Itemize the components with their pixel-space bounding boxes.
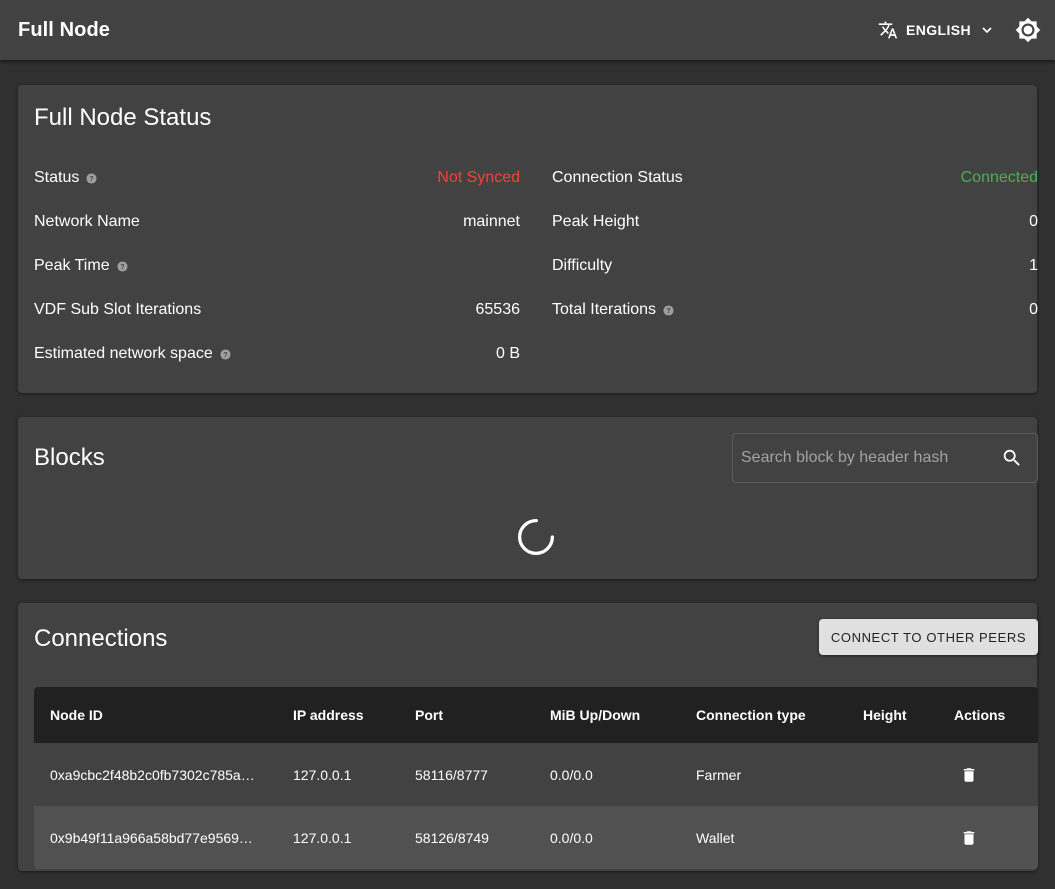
blocks-card-title: Blocks bbox=[34, 444, 105, 471]
network-space-label: Estimated network space bbox=[34, 345, 213, 362]
port-cell: 58126/8749 bbox=[415, 829, 489, 846]
network-name-value: mainnet bbox=[463, 213, 520, 230]
connection-status-label: Connection Status bbox=[552, 169, 683, 186]
network-space-value: 0 B bbox=[495, 345, 520, 362]
column-header-node-id[interactable]: Node ID bbox=[50, 687, 103, 743]
ip-address-cell: 127.0.0.1 bbox=[293, 829, 352, 846]
connections-card-title: Connections bbox=[34, 625, 168, 652]
difficulty-value: 1 bbox=[1029, 257, 1038, 274]
vdf-iterations-value: 65536 bbox=[475, 301, 521, 318]
table-header: Node ID IP address Port MiB Up/Down Conn… bbox=[34, 687, 1038, 743]
block-search bbox=[732, 433, 1038, 483]
loading-spinner-icon bbox=[516, 517, 554, 555]
svg-text:?: ? bbox=[223, 351, 227, 358]
peak-height-label: Peak Height bbox=[552, 213, 640, 230]
connection-type-cell: Farmer bbox=[696, 766, 742, 783]
up-down-cell: 0.0/0.0 bbox=[550, 829, 593, 846]
delete-connection-button[interactable] bbox=[960, 743, 978, 806]
app-bar: Full Node ENGLISH bbox=[0, 0, 1055, 60]
network-name-label: Network Name bbox=[34, 213, 140, 230]
column-header-port[interactable]: Port bbox=[415, 687, 443, 743]
difficulty-row: Difficulty 1 bbox=[552, 252, 1038, 280]
connections-table: Node ID IP address Port MiB Up/Down Conn… bbox=[34, 687, 1038, 869]
total-iterations-label: Total Iterations bbox=[552, 301, 657, 318]
help-icon[interactable]: ? bbox=[117, 260, 128, 272]
connection-status-value: Connected bbox=[960, 169, 1038, 186]
trash-icon bbox=[960, 828, 978, 848]
column-header-connection-type[interactable]: Connection type bbox=[696, 687, 806, 743]
help-icon[interactable]: ? bbox=[220, 348, 231, 360]
peak-height-value: 0 bbox=[1029, 213, 1038, 230]
language-label: ENGLISH bbox=[905, 22, 971, 38]
help-icon[interactable]: ? bbox=[86, 172, 97, 184]
peak-time-label: Peak Time bbox=[34, 257, 110, 274]
language-selector[interactable]: ENGLISH bbox=[878, 20, 995, 40]
node-id-cell: 0x9b49f11a966a58bd77e9569… bbox=[50, 829, 253, 846]
connect-to-peers-button[interactable]: CONNECT TO OTHER PEERS bbox=[819, 619, 1038, 655]
status-row: Status? Not Synced bbox=[34, 164, 520, 192]
up-down-cell: 0.0/0.0 bbox=[550, 766, 593, 783]
ip-address-cell: 127.0.0.1 bbox=[293, 766, 352, 783]
svg-text:?: ? bbox=[90, 175, 94, 182]
table-row: 0xa9cbc2f48b2c0fb7302c785a… 127.0.0.1 58… bbox=[34, 743, 1038, 806]
full-node-status-card: Full Node Status Status? Not Synced Netw… bbox=[18, 85, 1038, 393]
total-iterations-row: Total Iterations? 0 bbox=[552, 296, 1038, 324]
column-header-mib-up-down[interactable]: MiB Up/Down bbox=[550, 687, 640, 743]
connections-card: Connections CONNECT TO OTHER PEERS Node … bbox=[18, 603, 1038, 871]
svg-text:?: ? bbox=[120, 263, 124, 270]
brightness-icon[interactable] bbox=[1015, 17, 1041, 43]
help-icon[interactable]: ? bbox=[663, 304, 674, 316]
network-name-row: Network Name mainnet bbox=[34, 208, 520, 236]
blocks-card: Blocks bbox=[18, 417, 1038, 579]
connection-status-row: Connection Status Connected bbox=[552, 164, 1038, 192]
chevron-down-icon bbox=[979, 22, 995, 38]
appbar-actions: ENGLISH bbox=[878, 17, 1041, 43]
vdf-iterations-label: VDF Sub Slot Iterations bbox=[34, 301, 202, 318]
column-header-actions: Actions bbox=[954, 707, 1006, 723]
block-search-input[interactable] bbox=[741, 449, 991, 467]
translate-icon bbox=[878, 20, 898, 40]
trash-icon bbox=[960, 765, 978, 785]
difficulty-label: Difficulty bbox=[552, 257, 613, 274]
table-row: 0x9b49f11a966a58bd77e9569… 127.0.0.1 581… bbox=[34, 806, 1038, 869]
port-cell: 58116/8777 bbox=[415, 766, 488, 783]
peak-height-row: Peak Height 0 bbox=[552, 208, 1038, 236]
network-space-row: Estimated network space? 0 B bbox=[34, 340, 520, 368]
connection-type-cell: Wallet bbox=[696, 829, 735, 846]
vdf-iterations-row: VDF Sub Slot Iterations 65536 bbox=[34, 296, 520, 324]
svg-text:?: ? bbox=[666, 307, 670, 314]
status-value: Not Synced bbox=[437, 169, 520, 186]
total-iterations-value: 0 bbox=[1029, 301, 1038, 318]
column-header-ip-address[interactable]: IP address bbox=[293, 687, 364, 743]
delete-connection-button[interactable] bbox=[960, 806, 978, 869]
page-title: Full Node bbox=[18, 18, 111, 41]
search-icon[interactable] bbox=[1001, 447, 1023, 469]
status-label: Status bbox=[34, 169, 80, 186]
status-card-title: Full Node Status bbox=[34, 104, 212, 131]
peak-time-row: Peak Time? bbox=[34, 252, 520, 280]
column-header-height[interactable]: Height bbox=[863, 687, 907, 743]
node-id-cell: 0xa9cbc2f48b2c0fb7302c785a… bbox=[50, 766, 255, 783]
